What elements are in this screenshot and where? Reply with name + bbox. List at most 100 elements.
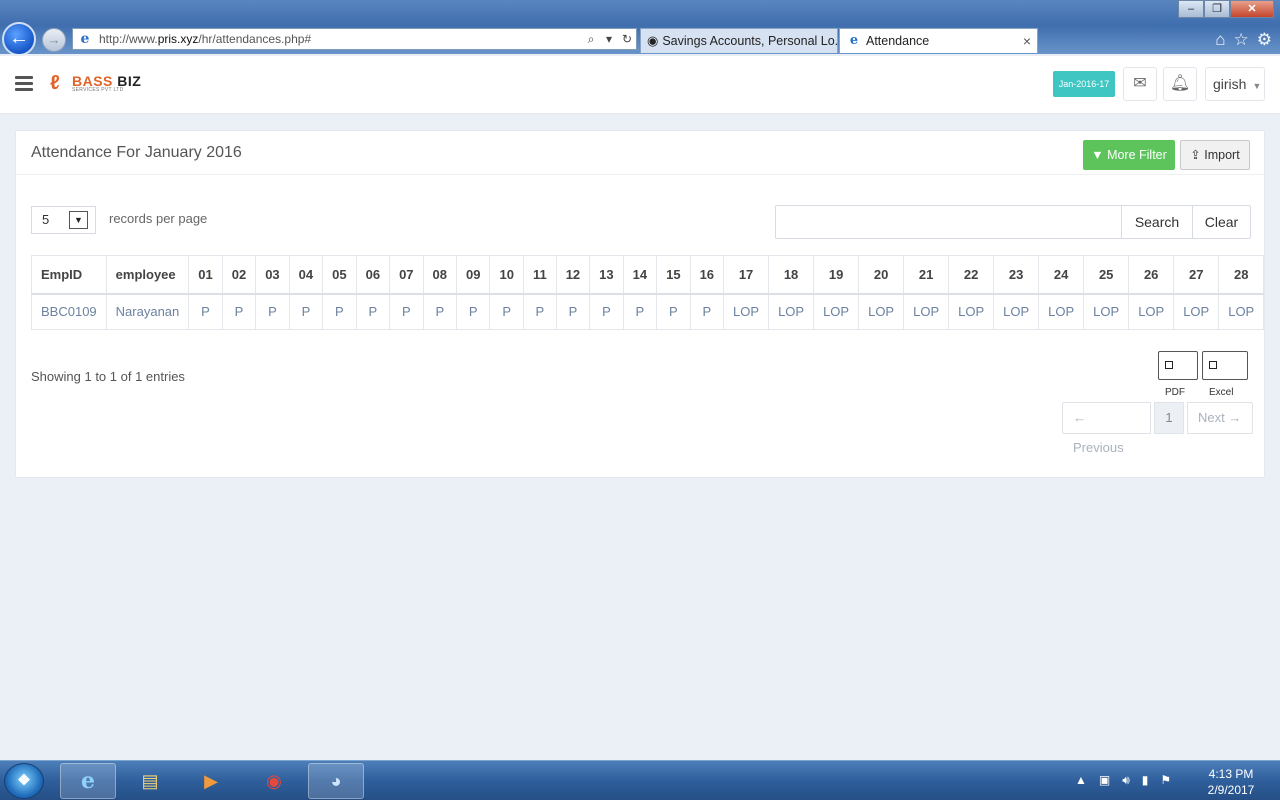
column-header[interactable]: 21 bbox=[903, 255, 950, 295]
column-header[interactable]: 15 bbox=[656, 255, 691, 295]
menu-hamburger-icon[interactable] bbox=[15, 76, 33, 92]
column-header[interactable]: 14 bbox=[622, 255, 658, 295]
filter-icon: ▼ bbox=[1091, 148, 1104, 162]
column-header[interactable]: 11 bbox=[522, 255, 557, 295]
import-button[interactable]: ⇪ Import bbox=[1180, 140, 1250, 170]
column-header[interactable]: 17 bbox=[723, 255, 770, 295]
column-header[interactable]: 04 bbox=[288, 255, 324, 295]
tab-savings[interactable]: ◉ Savings Accounts, Personal Lo... bbox=[640, 28, 838, 53]
column-header[interactable]: 07 bbox=[389, 255, 424, 295]
browser-toolbar: ← → e http://www.pris.xyz/hr/attendances… bbox=[0, 0, 1280, 56]
address-url[interactable]: http://www.pris.xyz/hr/attendances.php# bbox=[99, 32, 582, 46]
more-filter-button[interactable]: ▼ More Filter bbox=[1083, 140, 1175, 170]
export-icon bbox=[1209, 361, 1217, 369]
pdf-export-button[interactable]: PDF bbox=[1158, 351, 1198, 398]
taskbar-chrome-icon[interactable]: ◉ bbox=[246, 763, 302, 799]
column-header[interactable]: 20 bbox=[858, 255, 905, 295]
column-header[interactable]: 24 bbox=[1038, 255, 1085, 295]
column-header[interactable]: 22 bbox=[948, 255, 995, 295]
financial-year-badge[interactable]: Jan-2016-17 bbox=[1053, 71, 1115, 97]
bell-icon[interactable]: 🔔︎ bbox=[1163, 67, 1197, 101]
column-header[interactable]: 19 bbox=[813, 255, 860, 295]
column-header[interactable]: 06 bbox=[355, 255, 391, 295]
taskbar-media-icon[interactable]: ▶ bbox=[183, 763, 239, 799]
column-header[interactable]: 03 bbox=[255, 255, 290, 295]
records-per-page-select[interactable]: 5 ▼ bbox=[31, 206, 96, 234]
entries-info: Showing 1 to 1 of 1 entries bbox=[31, 369, 185, 384]
column-header[interactable]: 25 bbox=[1083, 255, 1130, 295]
close-window-button[interactable]: ✕ bbox=[1230, 0, 1274, 18]
column-header[interactable]: EmpID bbox=[31, 255, 107, 295]
logo[interactable]: ℓ BASS BIZ SERVICES PVT LTD bbox=[50, 72, 141, 94]
table-cell: LOP bbox=[1083, 293, 1130, 330]
address-bar[interactable]: e http://www.pris.xyz/hr/attendances.php… bbox=[72, 28, 637, 50]
column-header[interactable]: 29 bbox=[1263, 255, 1264, 295]
taskbar-ie-icon[interactable]: e bbox=[60, 763, 116, 799]
records-per-page-label: records per page bbox=[109, 211, 208, 226]
table-cell: P bbox=[555, 293, 591, 330]
maximize-button[interactable]: ❐ bbox=[1204, 0, 1230, 18]
table-cell: LOP bbox=[948, 293, 995, 330]
forward-button[interactable]: → bbox=[42, 28, 66, 52]
search-button[interactable]: Search bbox=[1121, 205, 1193, 239]
column-header[interactable]: 26 bbox=[1128, 255, 1175, 295]
table-cell: P bbox=[255, 293, 290, 330]
column-header[interactable]: 27 bbox=[1173, 255, 1220, 295]
user-menu[interactable]: girish ▼ bbox=[1205, 67, 1265, 101]
excel-export-button[interactable]: Excel bbox=[1202, 351, 1248, 398]
start-button[interactable]: ❖ bbox=[4, 763, 44, 799]
network-icon[interactable]: ▮ bbox=[1142, 773, 1149, 788]
table-cell: P bbox=[689, 293, 725, 330]
taskbar-explorer-icon[interactable]: ▤ bbox=[122, 763, 178, 799]
ie-page-icon: e bbox=[849, 33, 859, 48]
column-header[interactable]: 08 bbox=[422, 255, 458, 295]
gear-icon[interactable]: ⚙ bbox=[1257, 30, 1272, 50]
mail-icon[interactable]: ✉ bbox=[1123, 67, 1157, 101]
close-tab-icon[interactable]: × bbox=[1023, 33, 1031, 49]
device-icon[interactable]: ▣ bbox=[1099, 773, 1110, 788]
clock-date: 2/9/2017 bbox=[1207, 783, 1255, 797]
table-cell: BBC0109 bbox=[31, 293, 107, 330]
chevron-down-icon[interactable]: ▼ bbox=[69, 211, 88, 229]
minimize-button[interactable]: – bbox=[1178, 0, 1204, 18]
favorites-star-icon[interactable]: ☆ bbox=[1234, 30, 1249, 50]
column-header[interactable]: employee bbox=[105, 255, 190, 295]
volume-icon[interactable]: 🔊︎ bbox=[1122, 773, 1130, 788]
column-header[interactable]: 13 bbox=[589, 255, 624, 295]
page-title: Attendance For January 2016 bbox=[31, 144, 242, 161]
table-cell: P bbox=[322, 293, 357, 330]
column-header[interactable]: 23 bbox=[993, 255, 1040, 295]
clock[interactable]: 4:13 PM 2/9/2017 bbox=[1196, 766, 1266, 798]
attendance-table-wrapper[interactable]: EmpID employee 01 02 03 04 05 06 07 08 09 10 11 12 13 1… bbox=[31, 255, 1264, 330]
home-icon[interactable]: ⌂ bbox=[1215, 30, 1225, 50]
dropdown-icon[interactable]: ▾ bbox=[600, 32, 618, 46]
search-icon[interactable]: ⌕ bbox=[582, 32, 600, 47]
show-hidden-icons-icon[interactable]: ▲ bbox=[1075, 773, 1087, 788]
table-cell: P bbox=[489, 293, 524, 330]
column-header[interactable]: 12 bbox=[555, 255, 591, 295]
back-button[interactable]: ← bbox=[2, 22, 36, 56]
column-header[interactable]: 16 bbox=[689, 255, 725, 295]
column-header[interactable]: 10 bbox=[489, 255, 524, 295]
search-input[interactable] bbox=[775, 205, 1122, 239]
next-page-button[interactable]: Next → bbox=[1187, 402, 1253, 434]
column-header[interactable]: 28 bbox=[1218, 255, 1264, 295]
column-header[interactable]: 05 bbox=[322, 255, 357, 295]
table-cell: P bbox=[288, 293, 324, 330]
column-header[interactable]: 18 bbox=[768, 255, 815, 295]
tab-attendance[interactable]: e Attendance × bbox=[839, 28, 1038, 53]
clear-button[interactable]: Clear bbox=[1192, 205, 1251, 239]
table-cell: P bbox=[589, 293, 624, 330]
windows-logo-icon: ❖ bbox=[17, 772, 31, 789]
action-center-flag-icon[interactable]: ⚑ bbox=[1160, 773, 1171, 788]
attendance-card: Attendance For January 2016 ▼ More Filte… bbox=[15, 130, 1265, 478]
column-header[interactable]: 09 bbox=[456, 255, 491, 295]
column-header[interactable]: 01 bbox=[188, 255, 223, 295]
table-cell: LOP bbox=[903, 293, 950, 330]
taskbar-app-icon[interactable]: ◕ bbox=[308, 763, 364, 799]
refresh-icon[interactable]: ↻ bbox=[618, 32, 636, 46]
column-header[interactable]: 02 bbox=[221, 255, 257, 295]
current-page[interactable]: 1 bbox=[1154, 402, 1184, 434]
table-cell: LOP bbox=[813, 293, 860, 330]
previous-page-button[interactable]: ← Previous bbox=[1062, 402, 1151, 455]
